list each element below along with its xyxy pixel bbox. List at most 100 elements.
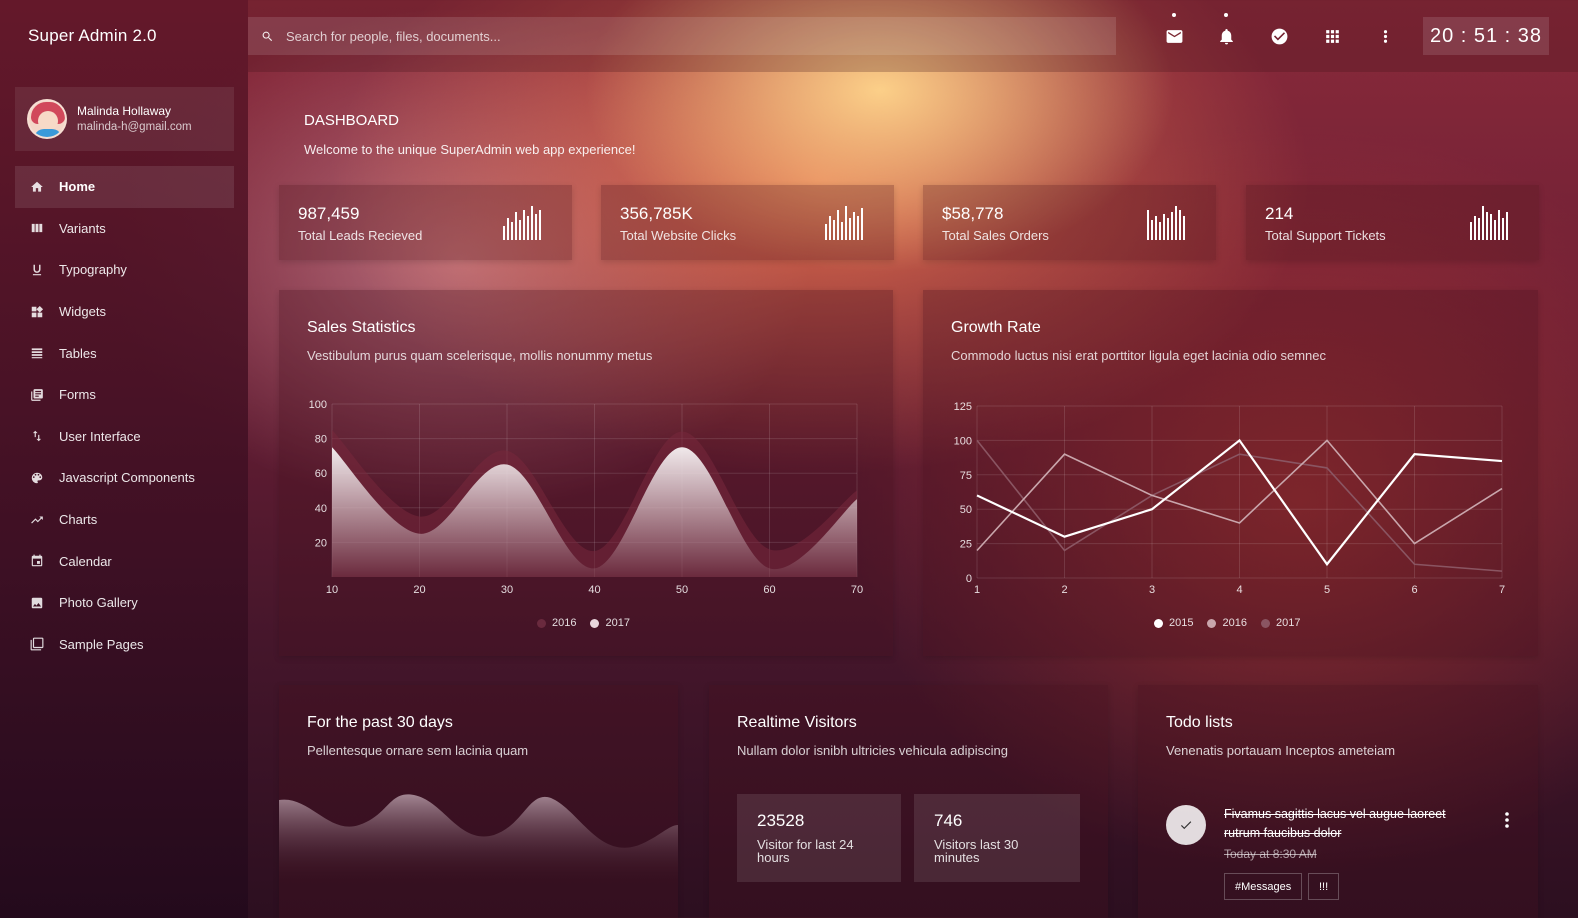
- notifications-button[interactable]: [1215, 13, 1237, 47]
- sparkline-bar: [1151, 220, 1153, 240]
- y-tick-label: 40: [315, 503, 327, 515]
- sparkline-bar: [1486, 212, 1488, 240]
- topbar: 20 : 51 : 38: [248, 0, 1578, 72]
- x-tick-label: 10: [326, 584, 338, 596]
- sidebar-item-label: Widgets: [59, 304, 106, 320]
- visitor-stat-box: 23528 Visitor for last 24 hours: [737, 794, 901, 882]
- sidebar-item-label: Calendar: [59, 553, 112, 569]
- y-tick-label: 0: [966, 573, 972, 585]
- stat-value: 214: [1265, 204, 1294, 223]
- sparkline-bar: [539, 210, 541, 240]
- visitor-stat-box: 746 Visitors last 30 minutes: [914, 794, 1080, 882]
- sidebar-item-javascript-components[interactable]: Javascript Components: [15, 457, 234, 499]
- sidebar-item-label: Home: [59, 179, 96, 195]
- legend-label: 2016: [552, 617, 577, 629]
- search-input[interactable]: [286, 28, 1066, 44]
- visitor-count: 746: [934, 811, 963, 830]
- sidebar-item-charts[interactable]: Charts: [15, 499, 234, 541]
- sparkline-bar: [1171, 212, 1173, 240]
- visitor-label: Visitors last 30 minutes: [934, 837, 1019, 865]
- stat-card-sales[interactable]: $58,778 Total Sales Orders: [923, 185, 1216, 260]
- sidebar-item-widgets[interactable]: Widgets: [15, 291, 234, 333]
- search-bar[interactable]: [248, 17, 1116, 55]
- x-tick-label: 30: [501, 584, 513, 596]
- x-tick-label: 5: [1324, 584, 1330, 596]
- todo-more-button[interactable]: [1504, 811, 1510, 829]
- trending-up-icon: [30, 513, 44, 527]
- x-tick-label: 6: [1411, 584, 1417, 596]
- user-profile-card[interactable]: Malinda Hollaway malinda-h@gmail.com: [15, 87, 234, 151]
- page-subtitle: Welcome to the unique SuperAdmin web app…: [304, 142, 636, 157]
- stat-label: Total Website Clicks: [620, 228, 737, 243]
- mail-button[interactable]: [1163, 13, 1185, 47]
- legend-swatch: [1154, 618, 1163, 628]
- legend-item[interactable]: 2016: [537, 617, 576, 629]
- sparkline-bar: [861, 208, 863, 240]
- sidebar-item-label: Typography: [59, 262, 127, 278]
- tasks-button[interactable]: [1268, 25, 1290, 47]
- sidebar-item-user-interface[interactable]: User Interface: [15, 416, 234, 458]
- sparkline-bar: [825, 224, 827, 240]
- check-circle-icon: [1271, 28, 1287, 44]
- legend-item[interactable]: 2017: [1260, 617, 1301, 629]
- sparkline-bar: [1506, 212, 1508, 240]
- sidebar-item-calendar[interactable]: Calendar: [15, 540, 234, 582]
- legend-item[interactable]: 2016: [1207, 617, 1247, 629]
- more-menu-button[interactable]: [1374, 25, 1396, 47]
- sidebar-item-typography[interactable]: Typography: [15, 249, 234, 291]
- sparkline-bar: [1490, 214, 1492, 240]
- sidebar-item-home[interactable]: Home: [15, 166, 234, 208]
- sparkline-bar: [1163, 214, 1165, 240]
- todo-tag[interactable]: #Messages: [1224, 873, 1303, 900]
- clock: 20 : 51 : 38: [1423, 17, 1549, 55]
- image-icon: [30, 596, 44, 610]
- sparkline-bar: [519, 220, 521, 240]
- sparkline-bar: [1155, 216, 1157, 240]
- sidebar-item-sample-pages[interactable]: Sample Pages: [15, 624, 234, 666]
- stat-card-leads[interactable]: 987,459 Total Leads Recieved: [279, 185, 572, 260]
- todo-complete-toggle[interactable]: [1166, 805, 1206, 845]
- sidebar-item-tables[interactable]: Tables: [15, 332, 234, 374]
- sparkline-bar: [841, 222, 843, 240]
- sparkline-bar: [511, 222, 513, 240]
- sparkline-bar: [535, 214, 537, 240]
- x-tick-label: 70: [851, 584, 863, 596]
- x-tick-label: 2: [1061, 584, 1067, 596]
- visitor-label: Visitor for last 24 hours: [757, 837, 854, 865]
- sidebar-item-label: Tables: [59, 345, 97, 361]
- x-tick-label: 60: [763, 584, 775, 596]
- sparkline-bar: [837, 210, 839, 240]
- forms-icon: [30, 388, 44, 402]
- legend-item[interactable]: 2017: [590, 617, 630, 629]
- y-tick-label: 100: [954, 435, 972, 447]
- legend-label: 2017: [1275, 617, 1301, 629]
- stat-card-tickets[interactable]: 214 Total Support Tickets: [1246, 185, 1539, 260]
- sidebar-item-photo-gallery[interactable]: Photo Gallery: [15, 582, 234, 624]
- sparkline-bars: [825, 206, 873, 240]
- sparkline-bar: [527, 216, 529, 240]
- sparkline-bar: [849, 218, 851, 240]
- sidebar-item-forms[interactable]: Forms: [15, 374, 234, 416]
- card-subtitle: Venenatis portauam Inceptos ameteiam: [1166, 743, 1396, 758]
- todo-tag[interactable]: !!!: [1308, 873, 1340, 900]
- avatar: [27, 99, 67, 139]
- y-tick-label: 75: [960, 470, 972, 482]
- y-tick-label: 100: [309, 399, 327, 411]
- apps-button[interactable]: [1321, 25, 1343, 47]
- x-tick-label: 50: [676, 584, 688, 596]
- growth-rate-card: Growth Rate Commodo luctus nisi erat por…: [923, 290, 1538, 656]
- sparkline-bars: [1147, 206, 1195, 240]
- sparkline-bar: [1474, 216, 1476, 240]
- sparkline-bar: [1147, 210, 1149, 240]
- pages-icon: [30, 637, 44, 651]
- legend-item[interactable]: 2015: [1154, 617, 1193, 629]
- sidebar-item-variants[interactable]: Variants: [15, 208, 234, 250]
- y-tick-label: 60: [315, 468, 327, 480]
- sidebar-item-label: Forms: [59, 387, 96, 403]
- app-title[interactable]: Super Admin 2.0: [28, 26, 157, 46]
- todo-item-text[interactable]: Fivamus sagittis lacus vel augue laoreet…: [1224, 805, 1474, 843]
- user-email: malinda-h@gmail.com: [77, 121, 192, 133]
- sparkline-bar: [1167, 218, 1169, 240]
- stat-card-clicks[interactable]: 356,785K Total Website Clicks: [601, 185, 894, 260]
- sparkline-bar: [507, 218, 509, 240]
